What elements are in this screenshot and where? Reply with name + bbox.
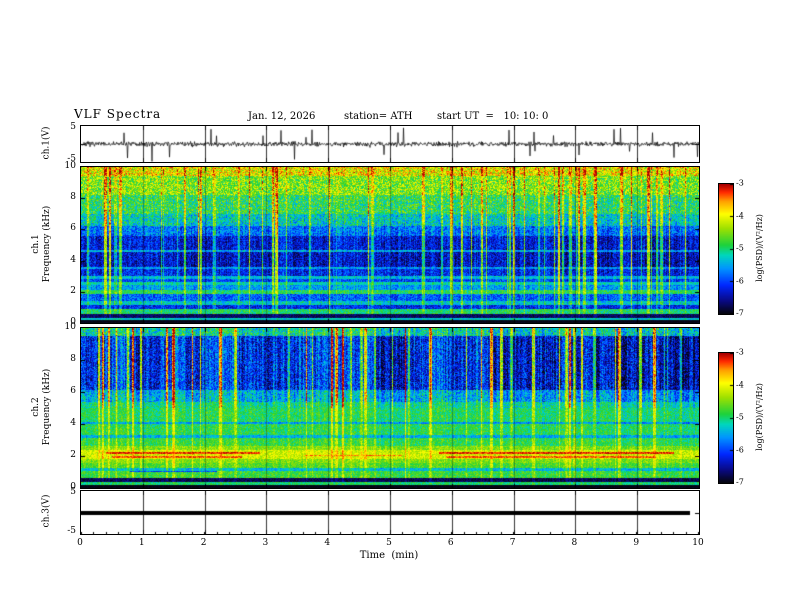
ch2-spectrogram-panel (80, 327, 700, 489)
ch2-spec-axis-label: ch.2 Frequency (kHz) (31, 369, 54, 446)
header-start-ut: start UT = 10: 10: 0 (437, 111, 549, 122)
time-tick-label: 9 (633, 538, 640, 548)
ch1-waveform-panel (80, 125, 700, 163)
header-date: Jan. 12, 2026 (248, 111, 316, 122)
colorbar-ch2-label: log(PSD)/(V²/Hz) (755, 383, 764, 451)
time-tick-label: 2 (200, 538, 207, 548)
ch1-spec-axis-label: ch.1 Frequency (kHz) (31, 206, 54, 283)
colorbar2-tick-label: -6 (736, 445, 744, 454)
ch3-volt-min-label: -5 (67, 526, 76, 536)
header-station: station= ATH (344, 111, 413, 122)
colorbar2-tick-label: -5 (736, 412, 744, 422)
time-tick-label: 1 (138, 538, 145, 548)
time-tick-label: 5 (386, 538, 392, 548)
colorbar1-tick-label: -5 (736, 243, 744, 253)
freq-tick-label: 8 (70, 354, 76, 364)
freq-tick-label: 6 (70, 386, 76, 396)
time-tick-label: 4 (324, 538, 331, 548)
colorbar1-tick-label: -4 (736, 211, 744, 220)
freq-tick-label: 6 (70, 223, 76, 234)
ch3-waveform-panel (80, 490, 700, 535)
ch2-spec-axis-label-line1: ch.2 (30, 397, 41, 417)
colorbar-ch2 (718, 352, 734, 484)
freq-tick-label: 4 (70, 254, 76, 265)
freq-tick-label: 2 (70, 450, 76, 460)
ch1-spec-axis-label-line1: ch.1 (30, 234, 41, 254)
vlf-spectra-figure: VLF Spectra Jan. 12, 2026 station= ATH s… (0, 0, 792, 612)
freq-tick-label: 4 (70, 418, 76, 428)
time-tick-label: 0 (77, 538, 83, 548)
time-tick-label: 8 (571, 538, 578, 548)
time-axis-label: Time (min) (359, 550, 419, 561)
colorbar1-tick-label: -6 (736, 276, 744, 285)
colorbar2-tick-label: -4 (736, 380, 744, 389)
colorbar1-tick-label: -3 (736, 178, 744, 188)
ch3-volt-max-label: 5 (70, 487, 76, 497)
colorbar-ch1 (718, 183, 734, 315)
ch1-spec-axis-label-line2: Frequency (kHz) (42, 205, 52, 283)
ch1-spectrogram-panel (80, 166, 700, 324)
time-tick-label: 3 (262, 538, 269, 548)
colorbar2-tick-label: -3 (736, 347, 744, 357)
figure-title: VLF Spectra (74, 107, 162, 121)
time-tick-label: 7 (509, 538, 516, 548)
ch1-volt-min-label: -5 (67, 154, 76, 164)
colorbar2-tick-label: -7 (736, 477, 744, 487)
freq-tick-label: 8 (70, 192, 76, 203)
colorbar1-tick-label: -7 (736, 308, 744, 318)
ch2-spec-axis-label-line2: Frequency (kHz) (42, 368, 52, 446)
freq-tick-label: 10 (64, 322, 76, 332)
colorbar-ch1-label: log(PSD)/(V²/Hz) (755, 214, 764, 282)
time-tick-label: 10 (692, 538, 704, 548)
ch1-wave-axis-label: ch.1(V) (41, 126, 52, 160)
ch3-wave-axis-label: ch.3(V) (41, 494, 52, 528)
time-tick-label: 6 (447, 538, 454, 548)
ch1-volt-max-label: 5 (70, 122, 76, 132)
freq-tick-label: 2 (70, 285, 76, 296)
